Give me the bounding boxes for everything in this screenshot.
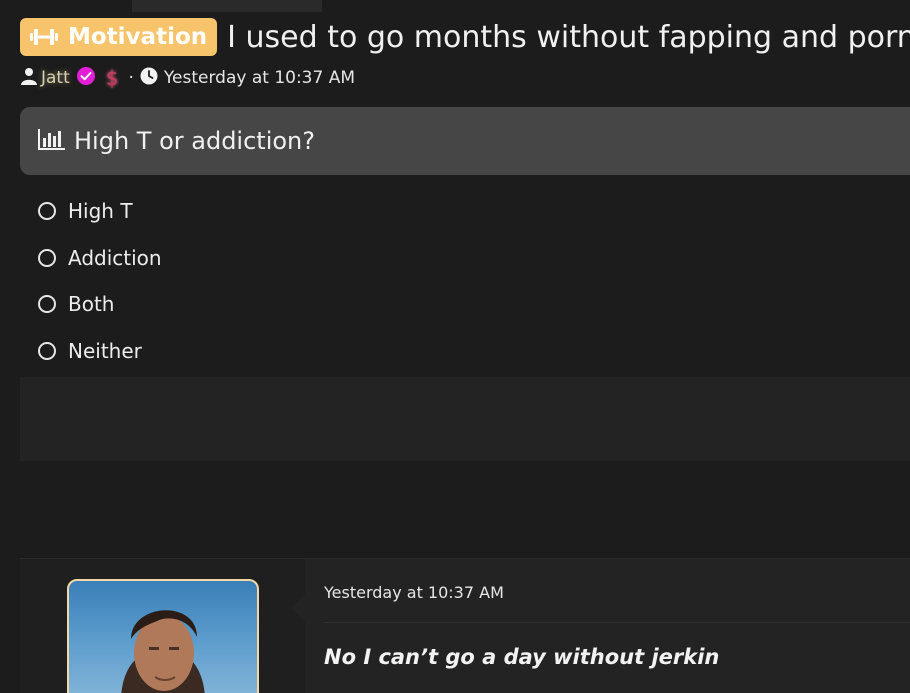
dumbbell-icon	[28, 27, 60, 47]
post-user-column	[20, 559, 305, 693]
post-date[interactable]: Yesterday at 10:37 AM	[324, 583, 504, 602]
thread-timestamp[interactable]: Yesterday at 10:37 AM	[164, 68, 355, 88]
radio-icon[interactable]	[38, 248, 56, 267]
radio-icon[interactable]	[38, 202, 56, 221]
poll-footer	[20, 377, 910, 461]
author-link[interactable]: Jatt	[41, 68, 70, 88]
post-arrow	[291, 594, 305, 622]
poll-option-both[interactable]: Both	[38, 281, 162, 328]
poll-question: High T or addiction?	[74, 127, 316, 155]
dollar-icon: $	[105, 66, 119, 90]
poll-option-high-t[interactable]: High T	[38, 188, 162, 235]
thread-meta: Jatt $ · Yesterday at 10:37 AM	[20, 66, 355, 90]
meta-separator: ·	[128, 68, 134, 88]
poll-option-label: Neither	[68, 338, 142, 363]
poll-option-label: Addiction	[68, 245, 162, 270]
post-body: No I can’t go a day without jerkin	[324, 645, 720, 669]
post-message: Yesterday at 10:37 AM No I can’t go a da…	[20, 558, 910, 693]
user-icon	[20, 67, 38, 90]
poll-option-label: High T	[68, 199, 133, 224]
top-tab-strip	[132, 0, 322, 12]
thread-title: I used to go months without fapping and …	[227, 19, 910, 55]
poll-header: High T or addiction?	[20, 107, 910, 175]
poll-option-label: Both	[68, 292, 115, 317]
prefix-badge[interactable]: Motivation	[20, 18, 218, 56]
poll-options: High T Addiction Both Neither	[38, 188, 162, 374]
verified-badge-icon	[76, 66, 96, 91]
radio-icon[interactable]	[38, 295, 56, 314]
post-divider	[324, 622, 910, 623]
thread-page: Motivation I used to go months without f…	[0, 0, 910, 693]
bar-chart-icon	[38, 128, 66, 154]
poll-option-neither[interactable]: Neither	[38, 328, 162, 375]
thread-title-row: Motivation I used to go months without f…	[20, 17, 910, 57]
clock-icon	[140, 67, 158, 90]
avatar[interactable]	[67, 579, 259, 693]
prefix-label: Motivation	[68, 24, 208, 50]
poll-option-addiction[interactable]: Addiction	[38, 235, 162, 282]
radio-icon[interactable]	[38, 341, 56, 360]
